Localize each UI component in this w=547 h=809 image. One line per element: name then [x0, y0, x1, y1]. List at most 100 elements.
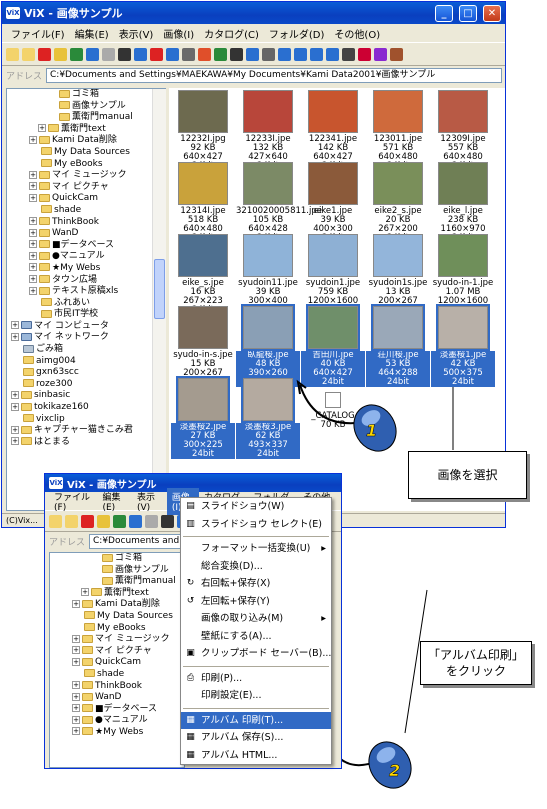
- tree-item-label: My Data Sources: [97, 610, 173, 621]
- menu-item[interactable]: 印刷設定(E)...: [181, 687, 331, 705]
- tree-item[interactable]: + Kami Data削除: [50, 599, 184, 611]
- tree-item[interactable]: + ThinkBook: [50, 681, 184, 693]
- tree-item-label: Kami Data削除: [95, 599, 160, 610]
- folder-icon[interactable]: [49, 514, 62, 528]
- album-print-icon: ▦: [186, 714, 195, 725]
- tree-item-label: マイ ミュージック: [95, 634, 170, 645]
- folder-icon: [82, 704, 93, 713]
- expand-icon[interactable]: +: [72, 692, 80, 701]
- tree-item-label: 画像サンプル: [115, 564, 169, 575]
- folder-icon: [82, 692, 93, 701]
- menu-item[interactable]: 壁紙にする(A)...: [181, 628, 331, 646]
- sort-icon[interactable]: [161, 514, 174, 528]
- tree-item-label: ゴミ箱: [115, 553, 143, 563]
- rotate-right-icon: ↻: [186, 578, 195, 588]
- menu-1[interactable]: 編集(E): [97, 488, 132, 515]
- tree-item[interactable]: 画像サンプル: [50, 565, 184, 577]
- open-folder-icon[interactable]: [65, 514, 78, 528]
- callout2-text-2: をクリック: [445, 664, 506, 678]
- tree-item[interactable]: + 薫衛門text: [50, 588, 184, 600]
- address-input-2[interactable]: C:¥Documents and Settings¥: [89, 533, 182, 549]
- back-icon[interactable]: [113, 514, 126, 528]
- menu-item-label: 壁紙にする(A)...: [201, 630, 272, 642]
- tree-item[interactable]: + WanD: [50, 692, 184, 704]
- callout2-text-1: 「アルバム印刷」: [428, 648, 524, 662]
- menu-2[interactable]: 表示(V): [132, 488, 167, 515]
- tree-item[interactable]: + ★My Webs: [50, 727, 184, 739]
- menu-item[interactable]: ▤ スライドショウ(W): [181, 498, 331, 516]
- slideshow-icon: ▤: [186, 501, 195, 511]
- expand-icon[interactable]: +: [72, 646, 80, 655]
- menu-separator: [183, 536, 329, 537]
- folder-icon: [84, 611, 95, 620]
- tree-item-label: ★My Webs: [95, 726, 144, 737]
- expand-icon[interactable]: +: [72, 657, 80, 666]
- menu-separator: [183, 707, 329, 709]
- folder-icon: [102, 553, 113, 562]
- menu-item[interactable]: ▣ クリップボード セーバー(B)...: [181, 645, 331, 663]
- tree-item[interactable]: 薫衛門manual: [50, 576, 184, 588]
- address-label-2: アドレス: [49, 537, 86, 548]
- forward-icon[interactable]: [129, 514, 142, 528]
- image-menu-dropdown: ▤ スライドショウ(W) ▥ スライドショウ セレクト(E) フォーマット一括変換(U)…: [180, 497, 332, 765]
- up-folder-icon[interactable]: [97, 514, 110, 528]
- record-icon[interactable]: [81, 514, 94, 528]
- tree-item-label: 薫衛門text: [104, 587, 149, 598]
- expand-icon[interactable]: +: [72, 727, 80, 736]
- folder-icon: [84, 623, 95, 632]
- menu-item[interactable]: 画像の取り込み(M) ▸: [181, 610, 331, 628]
- tree-item[interactable]: My Data Sources: [50, 611, 184, 623]
- tree-item[interactable]: + マイ ミュージック: [50, 634, 184, 646]
- folder-icon: [82, 599, 93, 608]
- tree-item[interactable]: + ■データベース: [50, 704, 184, 716]
- tree-item-label: 薫衛門manual: [115, 576, 176, 587]
- expand-icon[interactable]: +: [81, 588, 89, 597]
- album-html-icon: ▦: [186, 749, 195, 760]
- tree-item-label: WanD: [95, 692, 122, 703]
- clipboard-icon: ▣: [186, 648, 195, 658]
- menu-separator: [183, 665, 329, 667]
- tree-item-label: ●マニュアル: [95, 715, 148, 726]
- menu-item[interactable]: ↺ 左回転+保存(Y): [181, 593, 331, 611]
- tree-item-label: shade: [97, 668, 125, 679]
- tree-item-label: ThinkBook: [95, 680, 143, 691]
- tree-item[interactable]: + マイ ピクチャ: [50, 646, 184, 658]
- tree-item[interactable]: shade: [50, 669, 184, 681]
- tree-item-label: My eBooks: [97, 622, 146, 633]
- tree-item-label: ■データベース: [95, 703, 158, 714]
- menu-item-label: 総合変換(D)...: [201, 560, 263, 572]
- callout-select-images: 画像を選択: [408, 451, 527, 499]
- menu-item[interactable]: ▦ アルバム 印刷(T)...: [181, 711, 331, 729]
- tree-item[interactable]: My eBooks: [50, 623, 184, 635]
- menu-item[interactable]: 総合変換(D)...: [181, 558, 331, 576]
- tree-item-label: マイ ピクチャ: [95, 645, 152, 656]
- menu-item[interactable]: フォーマット一括変換(U) ▸: [181, 540, 331, 558]
- menu-item[interactable]: ↻ 右回転+保存(X): [181, 575, 331, 593]
- tree-item[interactable]: + ●マニュアル: [50, 715, 184, 727]
- menu-item[interactable]: ▦ アルバム 保存(S)...: [181, 729, 331, 747]
- menu-item-label: スライドショウ(W): [201, 501, 285, 512]
- menu-item[interactable]: ▥ スライドショウ セレクト(E): [181, 516, 331, 534]
- album-save-icon: ▦: [186, 732, 195, 742]
- menu-item[interactable]: ▦ アルバム HTML...: [181, 747, 331, 765]
- expand-icon[interactable]: +: [72, 715, 80, 724]
- menu-item-label: アルバム 保存(S)...: [201, 732, 284, 743]
- callout-album-print: 「アルバム印刷」 をクリック: [420, 641, 532, 685]
- stop-icon[interactable]: [145, 514, 158, 528]
- address-bar-2: アドレス C:¥Documents and Settings¥: [45, 532, 185, 550]
- tree-item[interactable]: ゴミ箱: [50, 553, 184, 565]
- menu-item[interactable]: ⎙ 印刷(P)...: [181, 670, 331, 688]
- tree-item[interactable]: + QuickCam: [50, 657, 184, 669]
- menu-0[interactable]: ファイル(F): [49, 488, 97, 515]
- menu-item-label: 印刷設定(E)...: [201, 690, 262, 701]
- callout1-text: 画像を選択: [437, 468, 498, 482]
- menu-item-label: アルバム HTML...: [201, 749, 278, 761]
- menu-item-label: スライドショウ セレクト(E): [201, 518, 322, 530]
- menu-item-label: クリップボード セーバー(B)...: [201, 648, 332, 659]
- folder-tree-2: ゴミ箱 画像サンプル 薫衛門manual + 薫衛門text + Kami Data削除 My…: [49, 552, 185, 768]
- expand-icon[interactable]: +: [72, 599, 80, 608]
- expand-icon[interactable]: +: [72, 704, 80, 713]
- expand-icon[interactable]: +: [72, 681, 80, 690]
- mouse2-label: 2: [389, 761, 400, 780]
- expand-icon[interactable]: +: [72, 634, 80, 643]
